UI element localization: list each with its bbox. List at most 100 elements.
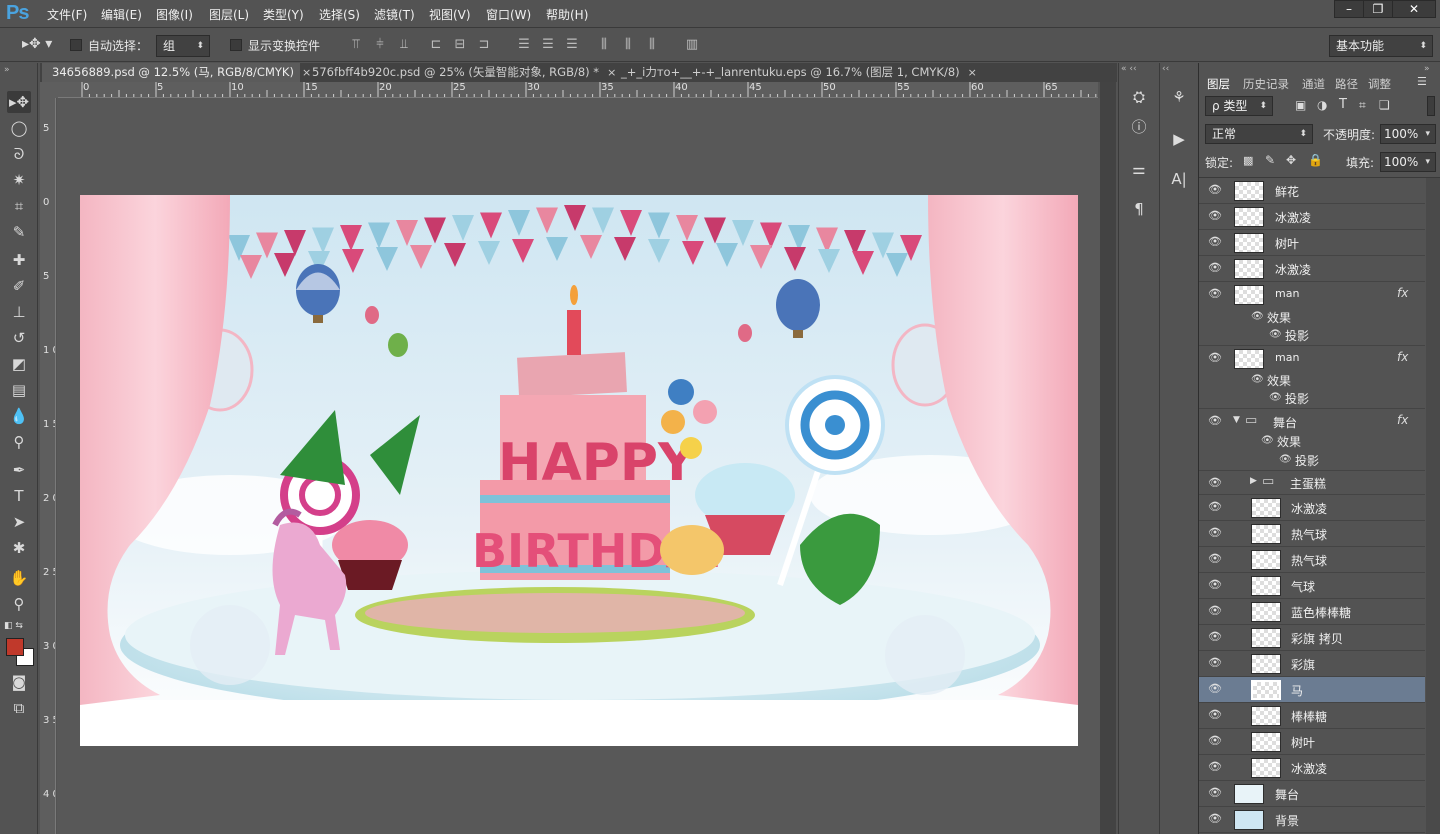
lasso-tool-icon[interactable]: ᘐ [7,143,31,165]
default-colors-icon[interactable]: ◧ ⇆ [4,621,23,631]
layer-group-row[interactable]: 👁 ▼ ▭ 舞台 fx 👁 效果 👁 投影 [1199,409,1425,471]
menu-file[interactable]: 文件(F) [47,6,87,23]
eraser-tool-icon[interactable]: ◩ [7,353,31,375]
close-window-button[interactable]: ✕ [1392,0,1436,18]
visibility-eye-icon[interactable]: 👁 [1208,415,1222,427]
vertical-scrollbar[interactable] [1100,82,1116,834]
effect-eye-icon[interactable]: 👁 [1261,435,1274,446]
align-right-icon[interactable]: ⊐ [476,38,492,52]
shape-tool-icon[interactable]: ✱ [7,537,31,559]
quick-mask-icon[interactable]: ◙ [7,671,31,693]
expand-arrow-icon[interactable]: ▶ [1250,476,1257,486]
fx-icon[interactable]: fx [1397,413,1408,427]
layer-row[interactable]: 👁 冰激凌 [1199,204,1425,230]
expand-arrow-icon[interactable]: ▼ [1233,415,1240,425]
visibility-eye-icon[interactable]: 👁 [1208,683,1222,695]
menu-view[interactable]: 视图(V) [429,6,471,23]
layer-row[interactable]: 👁 树叶 [1199,230,1425,256]
chevron-down-icon[interactable]: ▾ [1425,153,1430,171]
eyedropper-tool-icon[interactable]: ✎ [7,221,31,243]
type-tool-icon[interactable]: T [7,485,31,507]
tab-document-2[interactable]: 576fbff4b920c.psd @ 25% (矢量智能对象, RGB/8) … [302,63,616,82]
visibility-eye-icon[interactable]: 👁 [1208,262,1222,274]
filter-shape-icon[interactable]: ⌗ [1359,98,1366,113]
layer-row[interactable]: 👁 鲜花 [1199,178,1425,204]
layer-group-row[interactable]: 👁 ▶ ▭ 主蛋糕 [1199,471,1425,495]
tab-document-1[interactable]: 34656889.psd @ 12.5% (马, RGB/8/CMYK) × [42,63,311,82]
menu-edit[interactable]: 编辑(E) [101,6,142,23]
blur-tool-icon[interactable]: 💧 [7,405,31,427]
healing-brush-tool-icon[interactable]: ✚ [7,249,31,271]
chevron-down-icon[interactable]: ▾ [1425,125,1430,143]
stamp-tool-icon[interactable]: ⊥ [7,301,31,323]
hand-tool-icon[interactable]: ✋ [7,567,31,589]
menu-select[interactable]: 选择(S) [319,6,360,23]
restore-button[interactable]: ❐ [1363,0,1393,18]
menu-type[interactable]: 类型(Y) [263,6,304,23]
filter-adjustment-icon[interactable]: ◑ [1317,98,1327,112]
collapse-icon[interactable]: » [4,65,10,75]
tab-adjustments[interactable]: 调整 [1368,76,1391,92]
visibility-eye-icon[interactable]: 👁 [1208,735,1222,747]
visibility-eye-icon[interactable]: 👁 [1208,236,1222,248]
distribute-vcenter-icon[interactable]: ☰ [540,38,556,52]
align-hcenter-icon[interactable]: ⊟ [452,38,468,52]
magic-wand-tool-icon[interactable]: ✷ [7,169,31,191]
layer-row[interactable]: 👁 man fx 👁 效果 👁 投影 [1199,282,1425,346]
effect-eye-icon[interactable]: 👁 [1251,374,1264,385]
show-transform-checkbox[interactable] [230,39,242,51]
layer-row[interactable]: 👁 彩旗 拷贝 [1199,625,1425,651]
visibility-eye-icon[interactable]: 👁 [1208,501,1222,513]
visibility-eye-icon[interactable]: 👁 [1208,352,1222,364]
menu-image[interactable]: 图像(I) [156,6,193,23]
visibility-eye-icon[interactable]: 👁 [1208,605,1222,617]
effect-eye-icon[interactable]: 👁 [1269,392,1282,403]
layer-row[interactable]: 👁 冰激凌 [1199,256,1425,282]
layer-row[interactable]: 👁 热气球 [1199,521,1425,547]
layer-filter-dropdown[interactable]: ρ 类型 ⬍ [1205,96,1273,116]
fx-icon[interactable]: fx [1397,286,1408,300]
screen-mode-icon[interactable]: ⧉ [7,697,31,719]
move-tool-icon[interactable]: ▸✥ [7,91,31,113]
align-bottom-icon[interactable]: ⫫ [396,38,412,52]
effect-eye-icon[interactable]: 👁 [1251,311,1264,322]
move-tool-preset-icon[interactable]: ▸✥ ▾ [22,36,52,52]
auto-select-checkbox[interactable] [70,39,82,51]
distribute-hcenter-icon[interactable]: ⫼ [620,38,636,52]
layer-row[interactable]: 👁 热气球 [1199,547,1425,573]
tab-channels[interactable]: 通道 [1302,76,1325,92]
visibility-eye-icon[interactable]: 👁 [1208,709,1222,721]
filter-type-icon[interactable]: T [1339,97,1347,112]
layer-row[interactable]: 👁 树叶 [1199,729,1425,755]
fx-icon[interactable]: fx [1397,350,1408,364]
filter-pixel-icon[interactable]: ▣ [1295,98,1306,112]
align-top-icon[interactable]: ⫪ [348,38,364,52]
layer-row[interactable]: 👁 气球 [1199,573,1425,599]
effect-eye-icon[interactable]: 👁 [1279,454,1292,465]
menu-layer[interactable]: 图层(L) [209,6,249,23]
menu-window[interactable]: 窗口(W) [486,6,531,23]
collapse-icon[interactable]: « ‹‹ [1121,64,1137,74]
align-vcenter-icon[interactable]: ⫩ [372,38,388,52]
tab-layers[interactable]: 图层 [1207,76,1230,92]
auto-select-dropdown[interactable]: 组 ⬍ [156,35,210,57]
layer-row[interactable]: 👁 蓝色棒棒糖 [1199,599,1425,625]
info-icon[interactable]: ⓘ [1127,116,1151,138]
layers-scrollbar[interactable] [1426,178,1440,834]
minimize-button[interactable]: – [1334,0,1364,18]
tab-history[interactable]: 历史记录 [1243,76,1289,92]
visibility-eye-icon[interactable]: 👁 [1208,813,1222,825]
lock-transparent-icon[interactable]: ▩ [1243,154,1253,167]
auto-align-icon[interactable]: ▥ [684,38,700,52]
menu-help[interactable]: 帮助(H) [546,6,588,23]
layer-row[interactable]: 👁 棒棒糖 [1199,703,1425,729]
distribute-bottom-icon[interactable]: ☰ [564,38,580,52]
effect-eye-icon[interactable]: 👁 [1269,329,1282,340]
opacity-input[interactable]: 100% ▾ [1380,124,1436,144]
path-select-tool-icon[interactable]: ➤ [7,511,31,533]
filter-smart-object-icon[interactable]: ❏ [1379,98,1390,112]
lock-position-icon[interactable]: ✥ [1286,153,1296,167]
menu-filter[interactable]: 滤镜(T) [374,6,415,23]
fill-input[interactable]: 100% ▾ [1380,152,1436,172]
adjustments-icon[interactable]: ⚌ [1127,158,1151,180]
